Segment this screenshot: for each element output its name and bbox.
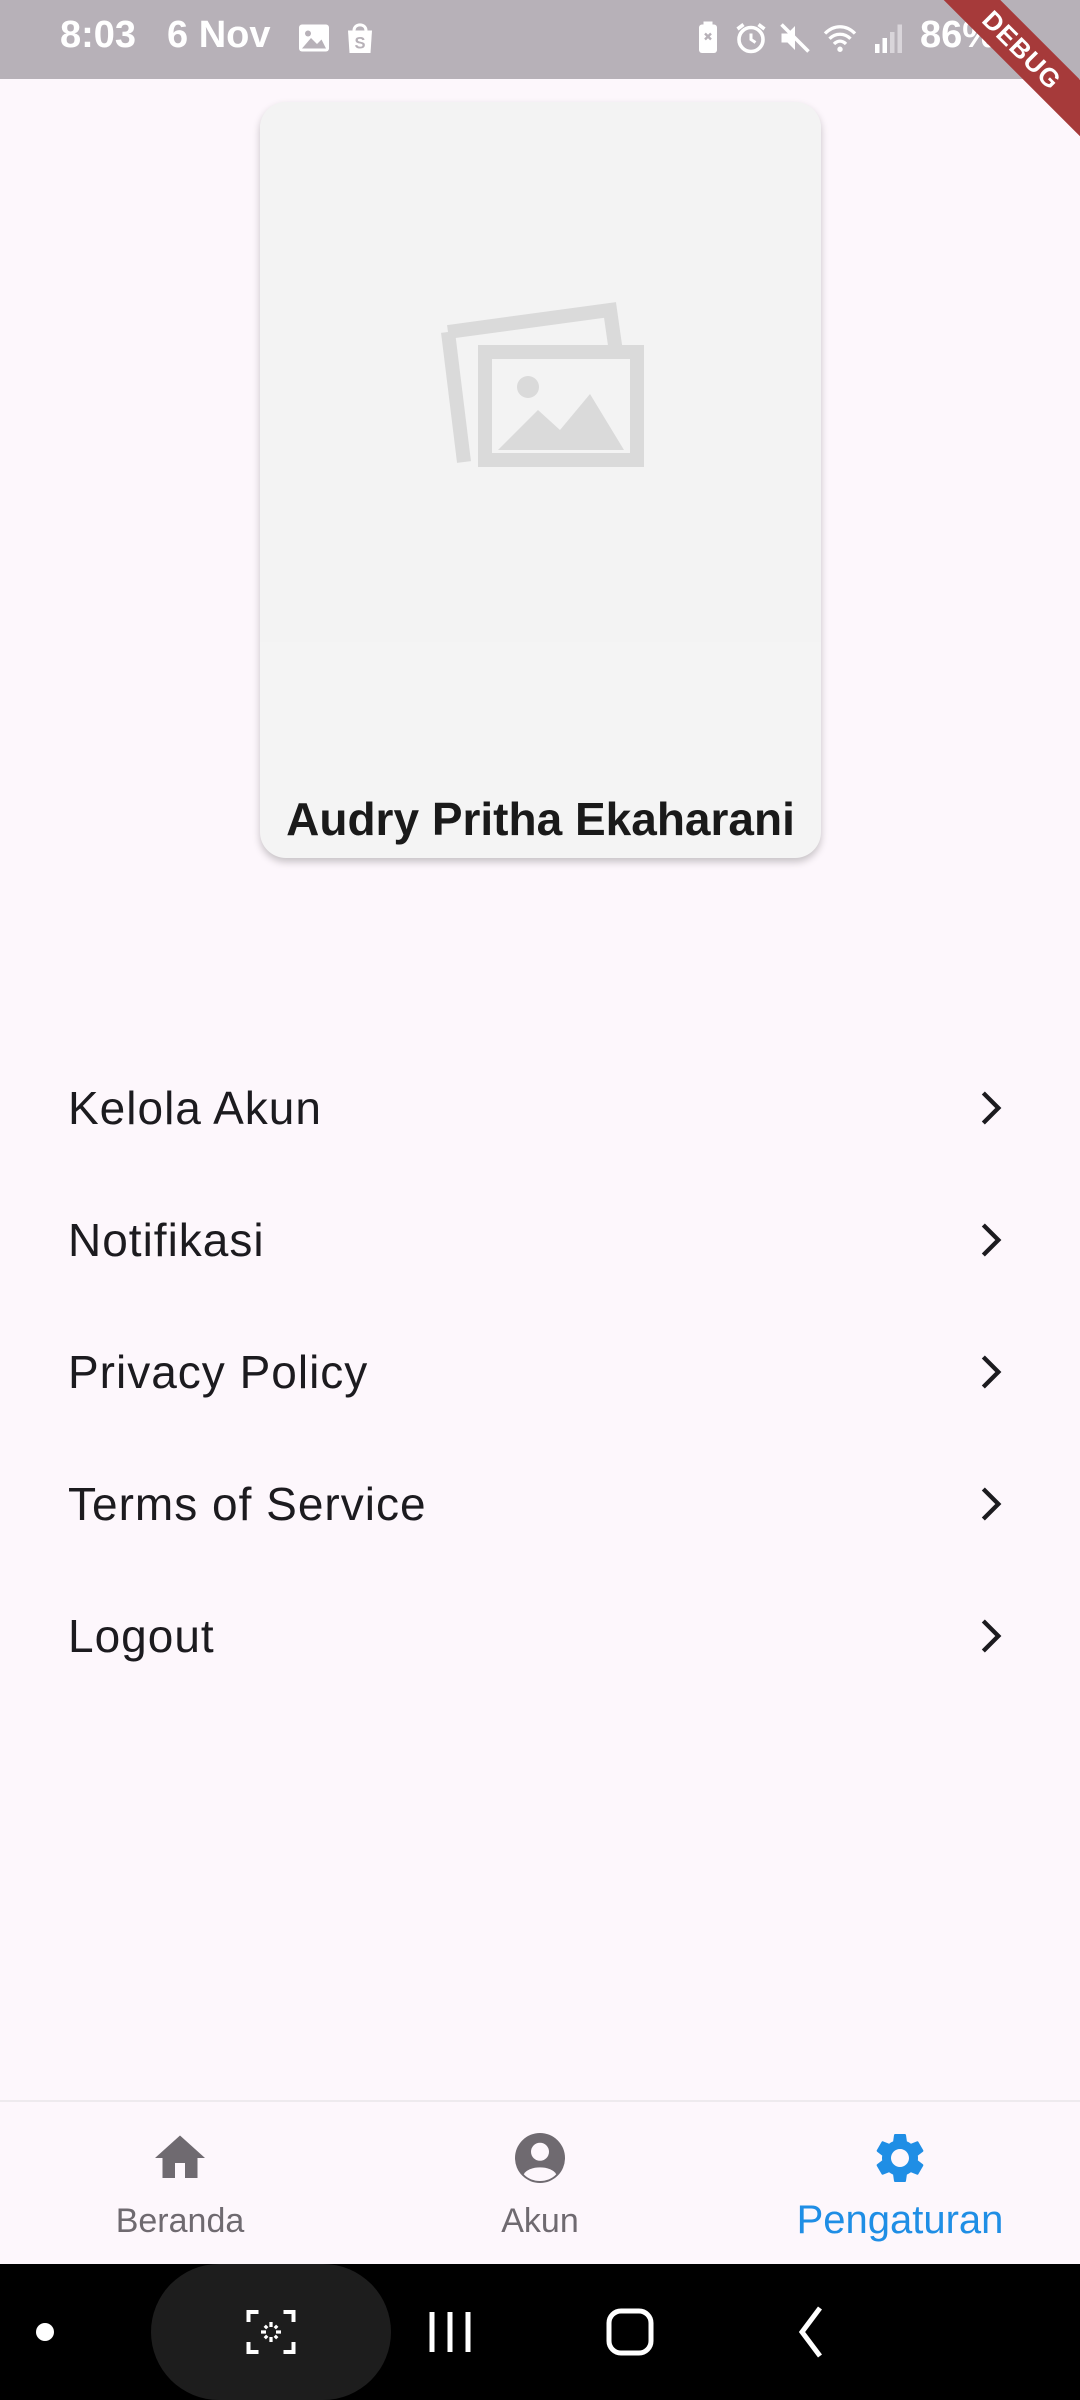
chevron-right-icon (981, 1619, 1002, 1653)
menu-item-label: Kelola Akun (68, 1082, 322, 1134)
nav-label: Akun (501, 2202, 579, 2240)
menu-item-terms-of-service[interactable]: Terms of Service (0, 1438, 1080, 1570)
account-icon (515, 2133, 565, 2183)
alarm-icon (736, 23, 766, 54)
menu-item-privacy-policy[interactable]: Privacy Policy (0, 1306, 1080, 1438)
profile-photo (260, 102, 821, 642)
battery-saver-icon (699, 21, 717, 53)
chevron-right-icon (981, 1091, 1002, 1125)
settings-icon (876, 2134, 924, 2182)
screen-capture-button[interactable] (151, 2264, 391, 2400)
nav-item-pengaturan[interactable]: Pengaturan (720, 2102, 1080, 2266)
profile-name: Audry Pritha Ekaharani (286, 793, 795, 845)
bottom-navigation: Beranda Akun Pengaturan (0, 2100, 1080, 2266)
wifi-icon (823, 25, 857, 52)
screen-capture-icon (246, 2310, 296, 2354)
home-icon (155, 2135, 205, 2178)
chevron-right-icon (981, 1487, 1002, 1521)
menu-item-label: Terms of Service (68, 1478, 427, 1530)
profile-card: Audry Pritha Ekaharani 5210411013 (260, 102, 821, 858)
svg-text:S: S (354, 35, 365, 53)
image-placeholder-icon (441, 302, 644, 467)
chevron-right-icon (981, 1223, 1002, 1257)
nav-item-akun[interactable]: Akun (360, 2102, 720, 2266)
nav-item-beranda[interactable]: Beranda (0, 2102, 360, 2266)
menu-item-kelola-akun[interactable]: Kelola Akun (0, 1042, 1080, 1174)
signal-icon (875, 24, 902, 53)
nav-label: Beranda (115, 2202, 245, 2240)
system-navigation-bar (0, 2264, 1080, 2400)
menu-item-label: Logout (68, 1610, 215, 1662)
back-button[interactable] (790, 2264, 830, 2400)
menu-item-label: Privacy Policy (68, 1346, 369, 1398)
mute-icon (780, 23, 810, 53)
menu-item-logout[interactable]: Logout (0, 1570, 1080, 1702)
recents-button[interactable] (420, 2264, 480, 2400)
menu-item-notifikasi[interactable]: Notifikasi (0, 1174, 1080, 1306)
chevron-right-icon (981, 1355, 1002, 1389)
gallery-icon (299, 24, 329, 52)
menu-item-label: Notifikasi (68, 1214, 265, 1266)
settings-screen: 8:03 6 Nov S 86% DEBUG Audry Pritha Ekah… (0, 0, 1080, 2400)
status-bar: 8:03 6 Nov S 86% DEBUG (0, 0, 1080, 149)
shopee-icon: S (348, 23, 372, 53)
dot-button[interactable] (30, 2264, 60, 2400)
status-time: 8:03 (60, 14, 137, 56)
home-button[interactable] (600, 2264, 660, 2400)
status-date: 6 Nov (167, 14, 271, 56)
nav-label: Pengaturan (796, 2198, 1004, 2242)
